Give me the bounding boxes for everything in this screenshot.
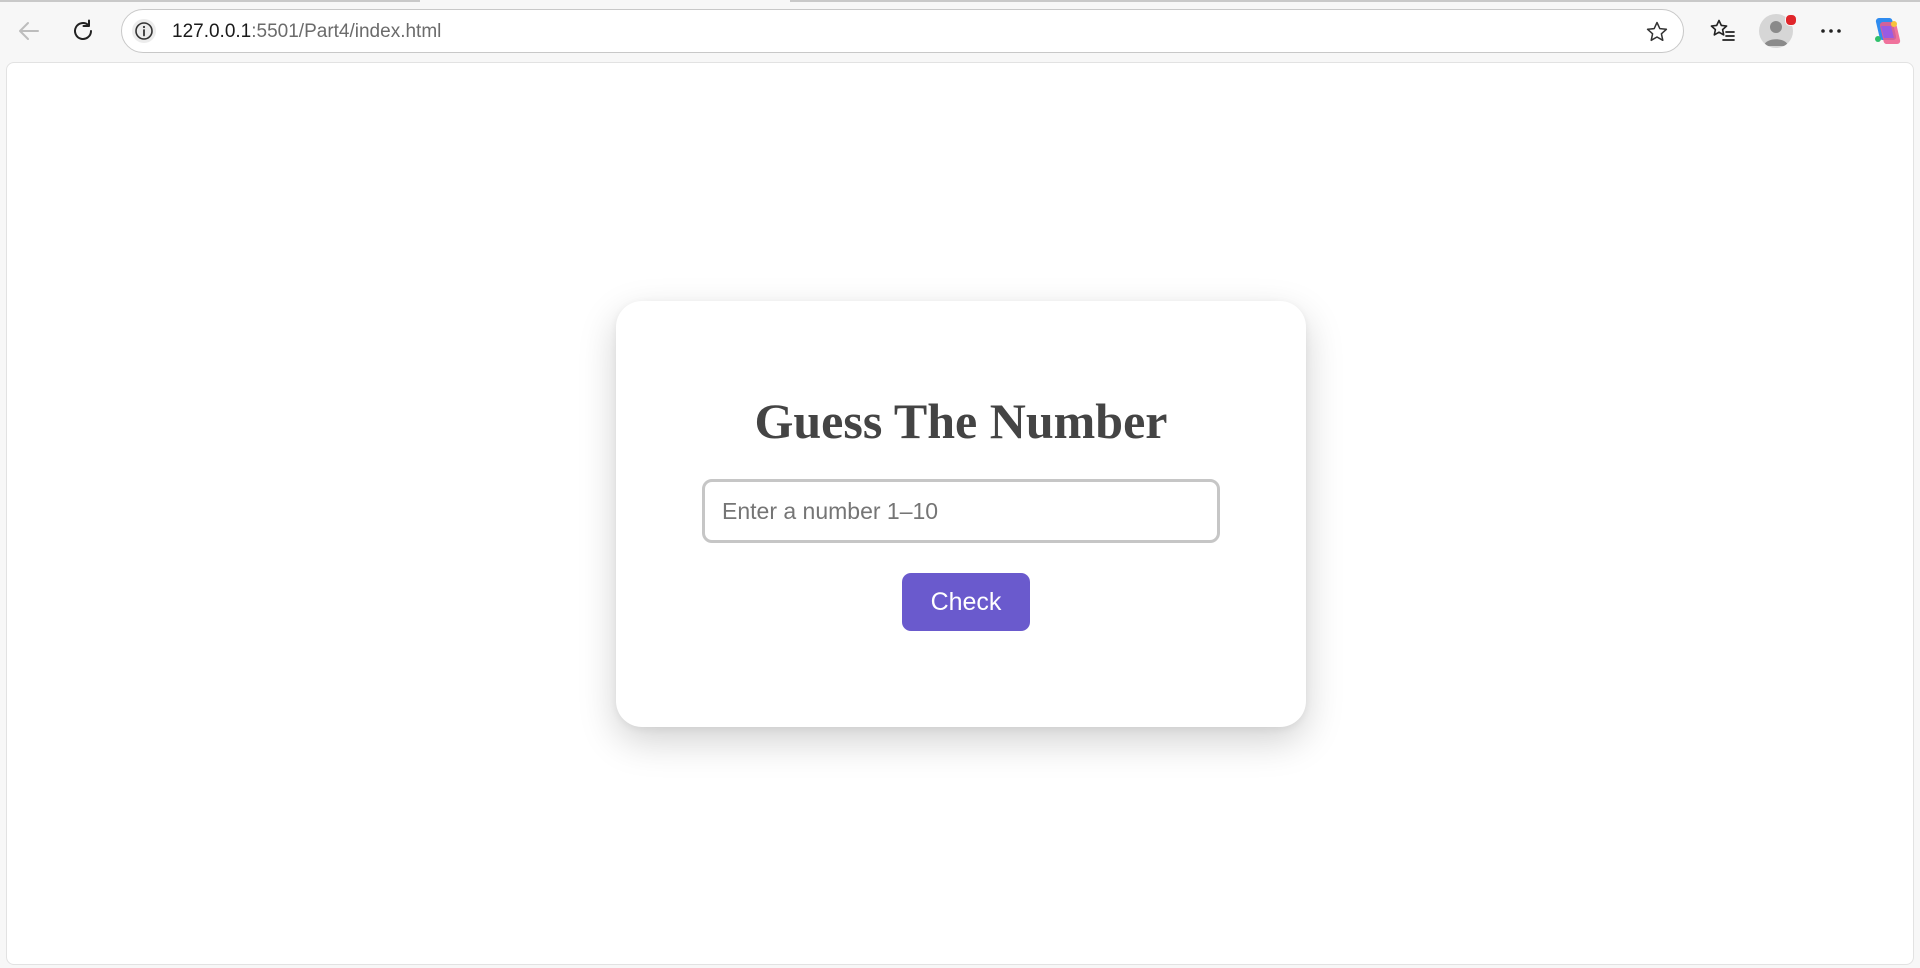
page-title: Guess The Number <box>754 393 1168 449</box>
notification-dot <box>1785 14 1797 26</box>
game-card: Guess The Number Check <box>616 301 1306 727</box>
check-button[interactable]: Check <box>902 573 1030 631</box>
info-icon[interactable] <box>132 19 156 43</box>
favorites-button[interactable] <box>1704 12 1742 50</box>
browser-toolbar: 127.0.0.1:5501/Part4/index.html <box>0 0 1920 62</box>
star-icon[interactable] <box>1645 20 1669 44</box>
more-icon <box>1818 18 1844 44</box>
url-path: :5501/Part4/index.html <box>251 21 442 42</box>
address-bar[interactable]: 127.0.0.1:5501/Part4/index.html <box>121 9 1684 53</box>
favorites-icon <box>1709 17 1737 45</box>
back-button[interactable] <box>10 12 48 50</box>
copilot-button[interactable] <box>1867 12 1905 50</box>
url-host: 127.0.0.1 <box>172 21 252 42</box>
page-viewport: Guess The Number Check <box>6 62 1914 965</box>
more-button[interactable] <box>1812 12 1850 50</box>
reload-icon <box>70 18 96 44</box>
copilot-icon <box>1869 14 1903 48</box>
browser-window: 127.0.0.1:5501/Part4/index.html Guess Th… <box>0 0 1920 968</box>
url-text[interactable]: 127.0.0.1:5501/Part4/index.html <box>172 21 441 43</box>
guess-input[interactable] <box>702 479 1220 543</box>
reload-button[interactable] <box>64 12 102 50</box>
back-arrow-icon <box>16 18 42 44</box>
